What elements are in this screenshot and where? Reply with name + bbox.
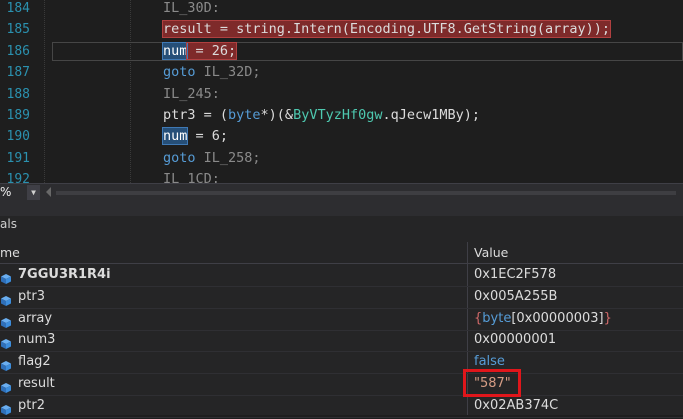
code-line[interactable]: 188 IL_245: <box>0 84 683 105</box>
locals-row-num3[interactable]: num3 0x00000001 <box>0 329 683 353</box>
value-token: 0x1EC2F578 <box>474 267 557 282</box>
variable-value[interactable]: false <box>474 354 505 369</box>
locals-row-flag2[interactable]: flag2 false <box>0 351 683 375</box>
current-line-highlight <box>52 41 683 61</box>
code-text: num = 26; <box>161 41 238 62</box>
value-token: false <box>474 354 505 370</box>
code-text: goto IL_32D; <box>163 62 261 83</box>
locals-grid-header: me Value <box>0 242 683 264</box>
locals-row-result[interactable]: result "587" <box>0 373 683 396</box>
variable-value[interactable]: 0x00000001 <box>474 332 556 347</box>
variable-name: num3 <box>18 332 56 348</box>
code-token: result = string.Intern(Encoding.UTF8.Get… <box>161 20 612 39</box>
locals-row-7GGU3R1R4i[interactable]: 7GGU3R1R4i 0x1EC2F578 <box>0 264 683 287</box>
code-token: IL_258; <box>195 149 261 166</box>
column-header-name[interactable]: me <box>0 245 20 260</box>
code-text: num = 6; <box>161 126 229 147</box>
local-variable-icon <box>1 400 11 415</box>
line-number: 188 <box>6 86 30 102</box>
local-variable-icon <box>1 378 11 393</box>
code-token: .qJecw1MBy); <box>382 107 481 123</box>
locals-row-ptr3[interactable]: ptr3 0x005A255B <box>0 286 683 309</box>
variable-name: ptr3 <box>18 288 45 304</box>
code-token: ByVTyzHf0gw <box>293 107 383 123</box>
local-variable-icon <box>1 334 11 350</box>
locals-window: als me Value 7GGU3R1R4i 0x1EC2F578 ptr3 0x0… <box>0 202 683 418</box>
value-token: 0x005A255B <box>474 288 558 304</box>
code-line[interactable]: 192 IL_1CD: <box>0 169 683 183</box>
variable-name: flag2 <box>18 354 51 370</box>
reference-highlight: num <box>161 127 189 146</box>
variable-name: ptr2 <box>18 397 45 413</box>
column-header-value[interactable]: Value <box>474 245 508 260</box>
line-number: 187 <box>6 65 30 81</box>
line-number: 185 <box>6 22 30 38</box>
code-token: byte <box>228 107 261 123</box>
line-number: 190 <box>6 129 30 145</box>
local-variable-icon <box>1 313 11 328</box>
variable-value[interactable]: 0x02AB374C <box>474 398 558 413</box>
variable-value[interactable]: {byte[0x00000003]} <box>474 311 612 326</box>
code-token: goto <box>163 149 196 166</box>
locals-row-array[interactable]: array {byte[0x00000003]} <box>0 308 683 331</box>
value-token: 0x02AB374C <box>474 397 559 413</box>
chevron-down-icon[interactable]: ▼ <box>27 185 40 200</box>
code-token: IL_1CD: <box>163 171 220 183</box>
locals-row-ptr2[interactable]: ptr2 0x02AB374C <box>0 395 683 418</box>
local-variable-icon <box>1 291 11 306</box>
code-line[interactable]: 184 IL_30D: <box>0 0 683 19</box>
zoom-level[interactable]: % <box>0 185 11 199</box>
value-token: 0x00000001 <box>474 332 557 348</box>
variable-name: 7GGU3R1R4i <box>18 267 111 282</box>
code-line[interactable]: 186 num = 26; <box>0 41 683 62</box>
code-token: ptr3 = ( <box>163 107 229 123</box>
code-token: = 26; <box>186 41 238 60</box>
code-text: result = string.Intern(Encoding.UTF8.Get… <box>161 19 612 40</box>
scroll-left-arrow-icon[interactable] <box>46 187 51 197</box>
code-token: goto <box>163 64 196 81</box>
line-number: 186 <box>6 43 30 59</box>
variable-value[interactable]: 0x005A255B <box>474 289 557 304</box>
local-variable-icon <box>1 356 11 372</box>
code-token: IL_245: <box>163 85 220 102</box>
code-token: IL_32D; <box>195 64 261 81</box>
code-line[interactable]: 185 result = string.Intern(Encoding.UTF8.… <box>0 19 683 40</box>
panel-splitter[interactable] <box>0 202 683 216</box>
value-token: } <box>603 310 612 326</box>
locals-title: als <box>0 217 17 231</box>
code-text: ptr3 = (byte*)(&ByVTyzHf0gw.qJecw1MBy); <box>163 105 480 126</box>
reference-highlight: num <box>161 41 189 60</box>
result-highlight-box <box>463 369 521 397</box>
code-editor[interactable]: 184 IL_30D: 185 result = string.Intern(Enco… <box>0 0 683 183</box>
local-variable-icon <box>1 269 11 284</box>
line-number: 184 <box>6 1 30 16</box>
variable-value[interactable]: 0x1EC2F578 <box>474 267 556 282</box>
variable-name: array <box>18 310 53 326</box>
value-token: byte <box>482 310 512 326</box>
code-token: = 6; <box>187 128 229 145</box>
value-token: [0x00000003] <box>511 310 604 326</box>
code-token: IL_30D: <box>163 0 220 16</box>
code-line[interactable]: 190 num = 6; <box>0 126 683 147</box>
line-number: 191 <box>6 150 30 166</box>
code-text: IL_245: <box>163 84 220 105</box>
code-text: goto IL_258; <box>163 148 261 169</box>
code-line[interactable]: 191 goto IL_258; <box>0 148 683 169</box>
editor-zoom-bar: % ▼ <box>0 183 683 202</box>
code-text: IL_1CD: <box>163 169 220 183</box>
code-text: IL_30D: <box>163 0 220 19</box>
code-line[interactable]: 187 goto IL_32D; <box>0 62 683 83</box>
code-token: *)(& <box>260 107 294 123</box>
horizontal-scrollbar[interactable] <box>56 191 676 195</box>
line-number: 189 <box>6 108 30 123</box>
code-line[interactable]: 189 ptr3 = (byte*)(&ByVTyzHf0gw.qJecw1MBy… <box>0 105 683 126</box>
line-number: 192 <box>6 172 30 183</box>
variable-name: result <box>18 376 55 391</box>
